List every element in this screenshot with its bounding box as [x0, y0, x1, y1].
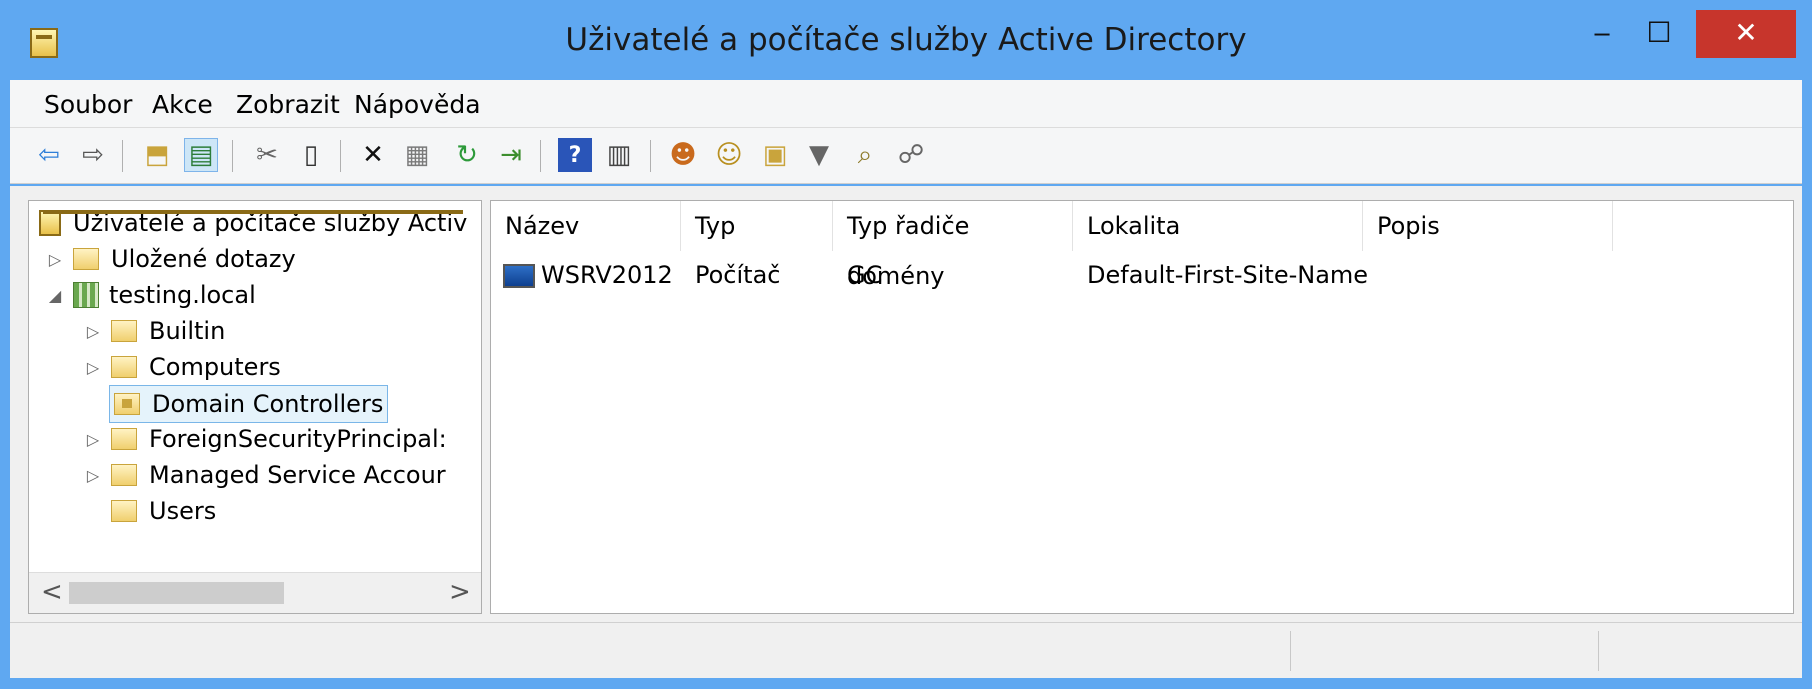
ou-folder-icon: [114, 393, 140, 415]
new-ou-icon[interactable]: ▣: [758, 138, 792, 172]
tree-item-domain-controllers[interactable]: Domain Controllers: [109, 385, 389, 423]
export-list-icon[interactable]: ⇥: [494, 138, 528, 172]
folder-icon: [111, 356, 137, 378]
collapse-arrow-icon[interactable]: ◢: [45, 286, 65, 305]
tree-label: Uložené dotazy: [111, 245, 296, 273]
column-header-type[interactable]: Typ: [681, 201, 833, 251]
tree-label: Managed Service Accour: [149, 461, 446, 489]
column-header-dc-type[interactable]: Typ řadiče domény: [833, 201, 1073, 290]
details-list: Název Typ Typ řadiče domény Lokalita Pop…: [490, 200, 1794, 614]
tree-item-managed-service-accounts[interactable]: ▷ Managed Service Accour: [83, 457, 446, 493]
horizontal-scrollbar[interactable]: < >: [29, 572, 481, 613]
folder-icon: [111, 500, 137, 522]
tree-item-domain[interactable]: ◢ testing.local: [45, 277, 256, 313]
up-folder-icon[interactable]: ⬒: [140, 138, 174, 172]
expand-arrow-icon[interactable]: ▷: [83, 430, 103, 449]
content-area: Uživatelé a počítače služby Activ ▷ Ulož…: [10, 186, 1802, 622]
scroll-left-icon[interactable]: <: [41, 577, 63, 607]
column-header-description[interactable]: Popis: [1363, 201, 1613, 251]
delete-icon[interactable]: ✕: [356, 138, 390, 172]
action-pane-icon[interactable]: ▥: [602, 138, 636, 172]
scroll-thumb[interactable]: [69, 582, 284, 604]
menu-zobrazit[interactable]: Zobrazit: [236, 90, 340, 119]
tree-label: ForeignSecurityPrincipal:: [149, 425, 447, 453]
forward-icon[interactable]: ⇨: [76, 138, 110, 172]
expand-arrow-icon[interactable]: ▷: [45, 250, 65, 269]
folder-icon: [111, 464, 137, 486]
paste-icon[interactable]: ▯: [294, 138, 328, 172]
folder-icon: [111, 428, 137, 450]
folder-icon: [111, 320, 137, 342]
column-header-site[interactable]: Lokalita: [1073, 201, 1363, 251]
find-icon[interactable]: ⌕: [848, 138, 882, 172]
console-tree: Uživatelé a počítače služby Activ ▷ Ulož…: [28, 200, 482, 614]
filter-icon[interactable]: ▼: [802, 138, 836, 172]
tree-item-saved-queries[interactable]: ▷ Uložené dotazy: [45, 241, 296, 277]
tree-label: testing.local: [109, 281, 256, 309]
show-console-tree-icon[interactable]: ▤: [184, 138, 218, 172]
folder-icon: [73, 248, 99, 270]
new-group-icon[interactable]: ☺: [712, 138, 746, 172]
tree-label: Builtin: [149, 317, 226, 345]
expand-arrow-icon[interactable]: ▷: [83, 466, 103, 485]
add-to-group-icon[interactable]: ☍: [894, 138, 928, 172]
title-bar[interactable]: Uživatelé a počítače služby Active Direc…: [0, 0, 1812, 78]
tree-item-users[interactable]: Users: [111, 493, 216, 529]
expand-arrow-icon[interactable]: ▷: [83, 358, 103, 377]
close-button[interactable]: ✕: [1696, 10, 1796, 58]
tree-item-root[interactable]: Uživatelé a počítače služby Activ: [39, 205, 467, 241]
tree-item-computers[interactable]: ▷ Computers: [83, 349, 281, 385]
tree-label: Domain Controllers: [152, 390, 384, 418]
cell-name: WSRV2012: [541, 261, 673, 289]
refresh-icon[interactable]: ↻: [450, 138, 484, 172]
domain-icon: [73, 282, 99, 308]
back-icon[interactable]: ⇦: [32, 138, 66, 172]
minimize-button[interactable]: ‒: [1575, 10, 1629, 58]
menu-soubor[interactable]: Soubor: [44, 90, 132, 119]
toolbar: ⇦ ⇨ ⬒ ▤ ✂ ▯ ✕ ▦ ↻ ⇥ ? ▥ ☻ ☺ ▣ ▼ ⌕ ☍: [10, 128, 1802, 184]
maximize-button[interactable]: ☐: [1632, 10, 1686, 58]
cut-icon[interactable]: ✂: [250, 138, 284, 172]
cell-dc-type: GC: [847, 261, 883, 289]
menu-napoveda[interactable]: Nápověda: [354, 90, 481, 119]
properties-icon[interactable]: ▦: [400, 138, 434, 172]
tree-label: Users: [149, 497, 217, 525]
column-header-name[interactable]: Název: [491, 201, 681, 251]
window-title: Uživatelé a počítače služby Active Direc…: [565, 22, 1247, 58]
computer-icon: [503, 264, 535, 288]
status-bar: [10, 622, 1802, 678]
scroll-right-icon[interactable]: >: [449, 577, 471, 607]
tree-item-builtin[interactable]: ▷ Builtin: [83, 313, 225, 349]
app-window: Uživatelé a počítače služby Active Direc…: [0, 0, 1812, 689]
cell-type: Počítač: [695, 261, 781, 289]
menu-bar: Soubor Akce Zobrazit Nápověda: [10, 80, 1802, 128]
directory-icon: [39, 210, 61, 236]
tree-item-foreign-security-principals[interactable]: ▷ ForeignSecurityPrincipal:: [83, 421, 447, 457]
new-user-icon[interactable]: ☻: [666, 138, 700, 172]
help-icon[interactable]: ?: [558, 138, 592, 172]
menu-akce[interactable]: Akce: [152, 90, 213, 119]
tree-label: Computers: [149, 353, 281, 381]
expand-arrow-icon[interactable]: ▷: [83, 322, 103, 341]
cell-site: Default-First-Site-Name: [1087, 261, 1369, 289]
